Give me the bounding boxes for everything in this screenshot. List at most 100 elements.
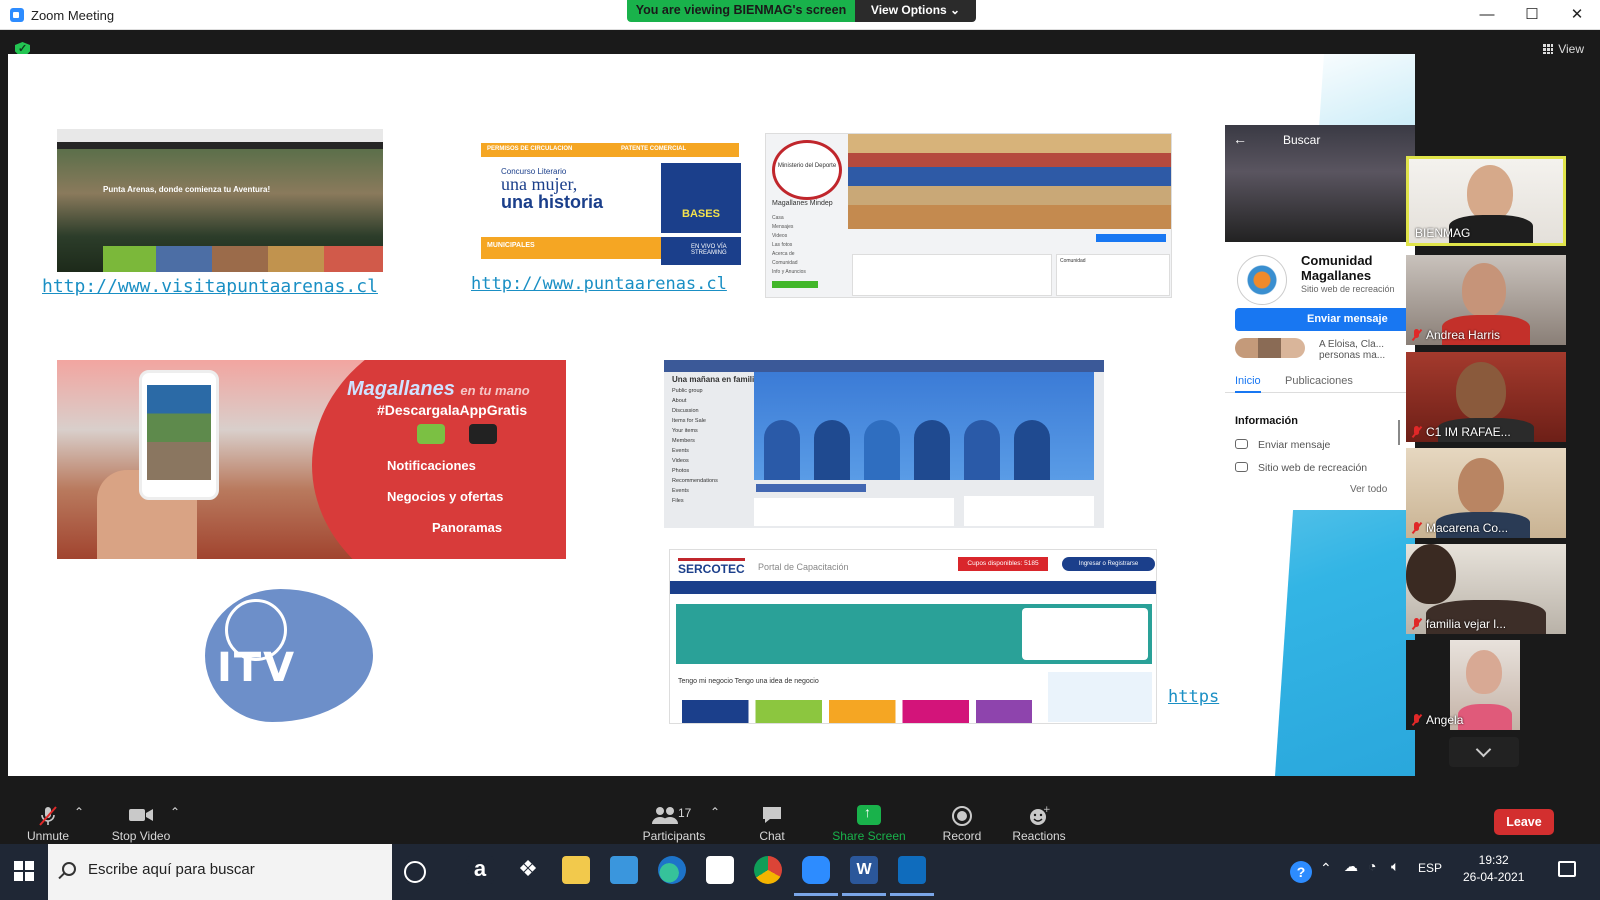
close-button[interactable]: ✕	[1560, 4, 1594, 26]
taskbar-search-placeholder: Escribe aquí para buscar	[88, 861, 255, 878]
app-feature: Notificaciones	[387, 458, 476, 473]
mindep-page-name: Magallanes Mindep	[772, 200, 833, 207]
sercotec-video	[1022, 608, 1148, 660]
scroll-participants-down-button[interactable]	[1449, 737, 1519, 767]
app-hashtag: #DescargalaAppGratis	[377, 402, 528, 418]
amazon-icon[interactable]: a	[466, 856, 494, 884]
participant-tile[interactable]: Angela	[1406, 640, 1566, 730]
view-options-button[interactable]: View Options ⌄	[855, 0, 976, 22]
mail-icon[interactable]	[610, 856, 638, 884]
unmute-label: Unmute	[26, 829, 70, 843]
mindep-menu-item: Mensajes	[772, 224, 794, 230]
notifications-icon[interactable]	[1558, 861, 1576, 877]
friends-line-2: personas ma...	[1319, 350, 1386, 361]
fb-menu-item: Videos	[672, 458, 689, 464]
splitter-handle[interactable]	[1398, 420, 1400, 445]
stop-video-button[interactable]: Stop Video	[104, 805, 178, 843]
audio-options-caret[interactable]: ⌃	[74, 805, 84, 819]
participant-name: Macarena Co...	[1426, 521, 1509, 535]
participant-name: Angela	[1426, 713, 1464, 727]
comunidad-magallanes-screenshot: ← Buscar Comunidad Magallanes Sitio web …	[1225, 125, 1415, 510]
dropbox-icon[interactable]: ❖	[514, 856, 542, 884]
wifi-icon[interactable]: ◔	[1368, 858, 1376, 874]
participants-button[interactable]: 17 Participants	[636, 805, 712, 843]
video-options-caret[interactable]: ⌃	[170, 805, 180, 819]
leave-meeting-button[interactable]: Leave	[1494, 809, 1554, 835]
chat-bubble-icon	[748, 805, 796, 825]
participants-options-caret[interactable]: ⌃	[710, 805, 720, 819]
muted-mic-icon	[1412, 329, 1422, 341]
muted-mic-icon	[1412, 618, 1422, 630]
participant-tile[interactable]: familia vejar l...	[1406, 544, 1566, 634]
help-icon[interactable]: ?	[1290, 861, 1312, 883]
mindep-menu-item: Info y Anuncios	[772, 269, 806, 275]
mindep-logo: Ministerio del Deporte	[772, 140, 842, 200]
taskbar-clock[interactable]: 19:32 26-04-2021	[1463, 852, 1524, 886]
participants-count: 17	[678, 806, 692, 820]
minimize-button[interactable]: —	[1470, 4, 1504, 26]
punta-bottom-bar: MUNICIPALES	[481, 237, 661, 259]
record-button[interactable]: Record	[936, 805, 988, 843]
chat-label: Chat	[759, 829, 785, 843]
participant-tile[interactable]: BIENMAG	[1406, 156, 1566, 246]
search-icon	[62, 862, 76, 876]
muted-mic-icon	[1412, 714, 1422, 726]
participant-tile[interactable]: Macarena Co...	[1406, 448, 1566, 538]
store-icon[interactable]	[706, 856, 734, 884]
chat-button[interactable]: Chat	[748, 805, 796, 843]
fb-menu-item: About	[672, 398, 687, 404]
comunidad-info-row: Enviar mensaje	[1235, 439, 1330, 451]
https-link: https	[1168, 687, 1220, 707]
fb-menu-item: Discussion	[672, 408, 699, 414]
participant-video	[1456, 362, 1506, 420]
mindep-menu-item: Videos	[772, 233, 788, 239]
share-screen-label: Share Screen	[832, 829, 906, 843]
taskbar-search-box[interactable]: Escribe aquí para buscar	[48, 844, 392, 900]
participant-name: BIENMAG	[1415, 226, 1471, 240]
zoom-taskbar-icon[interactable]	[794, 856, 838, 896]
apple-icon	[469, 424, 497, 444]
punta-headline-1: una mujer,	[501, 174, 578, 194]
participant-video	[1466, 650, 1502, 694]
onedrive-icon[interactable]: ☁	[1344, 858, 1358, 875]
visita-caption: Punta Arenas, donde comienza tu Aventura…	[103, 185, 271, 194]
illustration-person	[764, 420, 800, 480]
punta-municipales: MUNICIPALES	[487, 242, 535, 249]
participant-video	[1458, 704, 1512, 730]
participants-label: Participants	[642, 829, 706, 843]
fb-menu-item: Your items	[672, 428, 698, 434]
volume-icon[interactable]: 🔈︎	[1391, 858, 1399, 875]
punta-bar-right: PATENTE COMERCIAL	[621, 146, 687, 152]
view-layout-button[interactable]: View	[1543, 42, 1584, 56]
facebook-group-screenshot: Una mañana en familia. Public group Abou…	[664, 360, 1104, 528]
maximize-button[interactable]: ☐	[1515, 4, 1549, 26]
cortana-icon[interactable]	[404, 861, 426, 883]
reactions-button[interactable]: + Reactions	[1010, 805, 1068, 843]
comunidad-info-title: Información	[1235, 415, 1298, 427]
participant-tile[interactable]: Andrea Harris	[1406, 255, 1566, 345]
sercotec-login: Ingresar o Registrarse	[1062, 557, 1155, 571]
unmute-button[interactable]: Unmute	[20, 805, 76, 843]
website-icon	[1235, 462, 1248, 472]
mindep-cover-photo	[848, 134, 1171, 229]
participant-tile[interactable]: C1 IM RAFAE...	[1406, 352, 1566, 442]
share-screen-button[interactable]: Share Screen	[830, 804, 908, 843]
fb-group-type: Public group	[672, 388, 703, 394]
file-explorer-icon[interactable]	[562, 856, 590, 884]
participant-name: familia vejar l...	[1426, 617, 1507, 631]
tray-expand-icon[interactable]: ⌃	[1320, 860, 1332, 877]
sercotec-sidebar	[1048, 672, 1152, 722]
windows-start-icon[interactable]	[14, 861, 34, 881]
word-icon[interactable]: W	[842, 856, 886, 896]
screen-share-banner: You are viewing BIENMAG's screen	[627, 0, 855, 22]
chrome-icon[interactable]	[754, 856, 782, 884]
fb-group-cover-illustration	[754, 372, 1094, 480]
punta-bar-left: PERMISOS DE CIRCULACION	[487, 146, 573, 152]
language-indicator[interactable]: ESP	[1418, 861, 1442, 875]
photos-icon[interactable]	[890, 856, 934, 896]
participant-name: C1 IM RAFAE...	[1426, 425, 1511, 439]
participant-video	[1406, 544, 1456, 604]
visita-photo-strip	[103, 246, 383, 272]
fb-menu-item: Items for Sale	[672, 418, 706, 424]
edge-icon[interactable]	[658, 856, 686, 884]
